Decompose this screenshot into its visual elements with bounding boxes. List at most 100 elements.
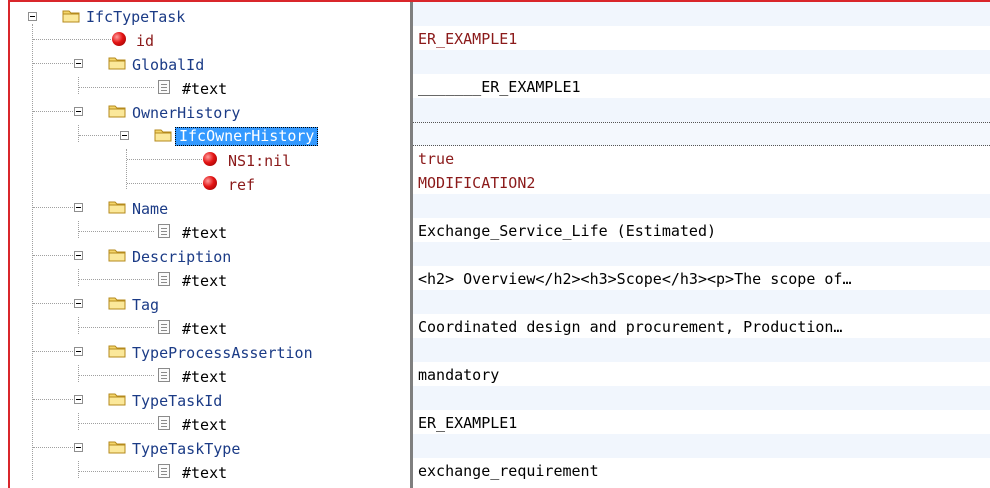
node-label: OwnerHistory [132, 104, 241, 122]
value-row[interactable] [413, 194, 990, 218]
folder-icon [108, 345, 126, 358]
node-label: Description [132, 248, 232, 266]
collapse-icon[interactable] [74, 251, 83, 260]
value-row[interactable] [413, 434, 990, 458]
tree-connector [79, 471, 154, 472]
value-row[interactable]: exchange_requirement [413, 458, 990, 482]
value-row[interactable] [413, 50, 990, 74]
folder-icon [108, 249, 126, 262]
value-row[interactable]: true [413, 146, 990, 170]
tree-connector [33, 207, 73, 208]
tree-connector [127, 159, 202, 160]
folder-icon [108, 201, 126, 214]
value-text: ER_EXAMPLE1 [418, 414, 518, 432]
node-label: IfcTypeTask [86, 8, 186, 26]
value-text: <h2> Overview</h2><h3>Scope</h3><p>The s… [418, 270, 852, 288]
value-text: mandatory [418, 366, 500, 384]
value-row[interactable]: _______ER_EXAMPLE1 [413, 74, 990, 98]
tree-node-text[interactable]: #text [10, 268, 410, 290]
tree-node-ns1-nil[interactable]: NS1:nil [10, 148, 410, 170]
text-document-icon [158, 368, 170, 382]
collapse-icon[interactable] [74, 299, 83, 308]
tree-node-id[interactable]: id [10, 28, 410, 50]
tree-node-description[interactable]: Description [10, 244, 410, 266]
tree-node-ownerhistory[interactable]: OwnerHistory [10, 100, 410, 122]
value-text: true [418, 150, 455, 168]
value-text: exchange_requirement [418, 462, 599, 480]
tree-connector [33, 111, 73, 112]
collapse-icon[interactable] [74, 347, 83, 356]
node-label: NS1:nil [228, 152, 292, 170]
tree-connector [33, 351, 73, 352]
tree-connector [79, 279, 154, 280]
tree-node-text[interactable]: #text [10, 364, 410, 386]
tree-node-ref[interactable]: ref [10, 172, 410, 194]
value-row[interactable]: mandatory [413, 362, 990, 386]
collapse-icon[interactable] [74, 203, 83, 212]
folder-icon [108, 297, 126, 310]
tree-connector [33, 447, 73, 448]
value-row[interactable]: ER_EXAMPLE1 [413, 410, 990, 434]
folder-icon [154, 129, 172, 142]
value-row[interactable]: ER_EXAMPLE1 [413, 26, 990, 50]
folder-icon [108, 105, 126, 118]
node-label: TypeTaskType [132, 440, 241, 458]
attribute-icon [112, 32, 126, 46]
collapse-icon[interactable] [74, 443, 83, 452]
value-row[interactable] [413, 386, 990, 410]
value-row[interactable] [413, 290, 990, 314]
node-label: #text [182, 416, 228, 434]
tree-node-text[interactable]: #text [10, 460, 410, 482]
tree-node-ifctypetask[interactable]: IfcTypeTask [10, 4, 410, 26]
value-row[interactable]: Coordinated design and procurement, Prod… [413, 314, 990, 338]
text-document-icon [158, 464, 170, 478]
node-label: #text [182, 224, 228, 242]
value-row[interactable] [413, 338, 990, 362]
tree-node-typeprocessassertion[interactable]: TypeProcessAssertion [10, 340, 410, 362]
tree-connector [33, 255, 73, 256]
tree-pane[interactable]: IfcTypeTask id GlobalId #text OwnerHisto… [10, 2, 410, 488]
collapse-icon[interactable] [74, 59, 83, 68]
tree-node-globalid[interactable]: GlobalId [10, 52, 410, 74]
tree-node-name[interactable]: Name [10, 196, 410, 218]
folder-icon [108, 393, 126, 406]
value-text: MODIFICATION2 [418, 174, 536, 192]
collapse-icon[interactable] [28, 12, 37, 21]
tree-node-tag[interactable]: Tag [10, 292, 410, 314]
node-label: TypeProcessAssertion [132, 344, 313, 362]
value-row[interactable]: Exchange_Service_Life (Estimated) [413, 218, 990, 242]
node-label: TypeTaskId [132, 392, 223, 410]
tree-node-typetasktype[interactable]: TypeTaskType [10, 436, 410, 458]
node-label: #text [182, 320, 228, 338]
tree-node-text[interactable]: #text [10, 316, 410, 338]
tree-node-text[interactable]: #text [10, 220, 410, 242]
text-document-icon [158, 272, 170, 286]
collapse-icon[interactable] [74, 107, 83, 116]
tree-node-text[interactable]: #text [10, 412, 410, 434]
value-row[interactable] [413, 98, 990, 122]
tree-node-ifcownerhistory[interactable]: IfcOwnerHistory [10, 124, 410, 146]
value-text: _______ER_EXAMPLE1 [418, 78, 581, 96]
folder-icon [62, 10, 80, 23]
tree-connector [79, 135, 119, 136]
node-label: #text [182, 80, 228, 98]
collapse-icon[interactable] [120, 131, 129, 140]
collapse-icon[interactable] [74, 395, 83, 404]
tree-node-typetaskid[interactable]: TypeTaskId [10, 388, 410, 410]
node-label: #text [182, 368, 228, 386]
folder-icon [108, 441, 126, 454]
node-label: #text [182, 272, 228, 290]
value-row[interactable]: <h2> Overview</h2><h3>Scope</h3><p>The s… [413, 266, 990, 290]
value-text: Coordinated design and procurement, Prod… [418, 318, 843, 336]
node-label: ref [228, 176, 256, 194]
tree-node-text[interactable]: #text [10, 76, 410, 98]
value-row-selected[interactable] [413, 122, 990, 146]
node-label: Name [132, 200, 169, 218]
tree-connector [79, 375, 154, 376]
attribute-icon [203, 152, 217, 166]
value-row[interactable] [413, 2, 990, 26]
value-row[interactable]: MODIFICATION2 [413, 170, 990, 194]
tree-connector [33, 303, 73, 304]
value-row[interactable] [413, 242, 990, 266]
text-document-icon [158, 416, 170, 430]
